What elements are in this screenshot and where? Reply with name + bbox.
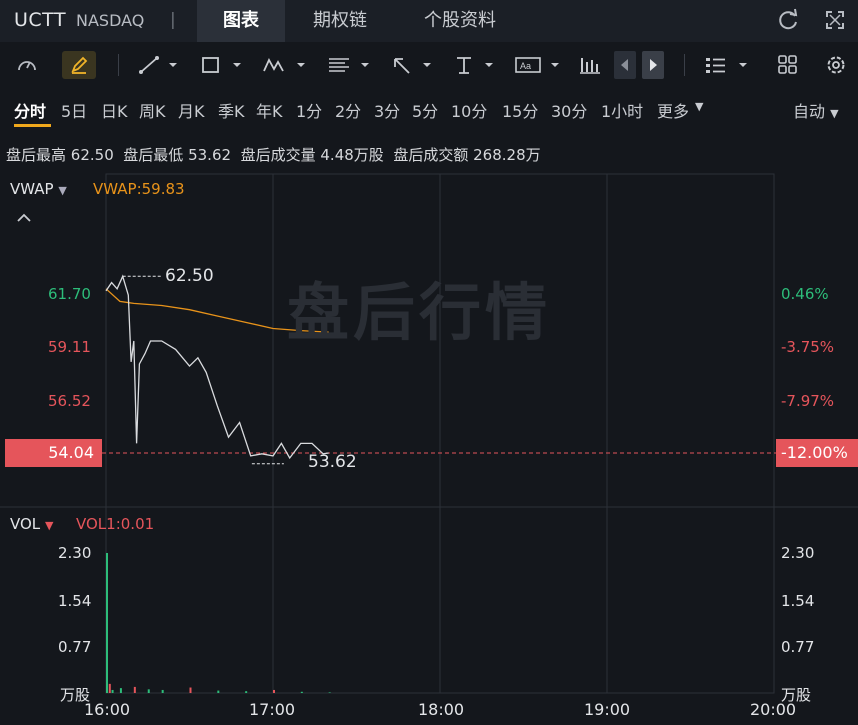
pen-icon[interactable] [62,51,96,79]
tab-options-chain[interactable]: 期权链 [290,0,390,42]
vol-value: VOL1:0.01 [76,515,155,533]
volume-bar [147,689,150,693]
vwap-value: VWAP:59.83 [93,180,185,198]
title-separator: | [170,10,176,30]
volume-bar [161,689,164,693]
volume-bar [111,689,114,693]
gauge-icon[interactable] [12,51,42,79]
arrow-tool-icon[interactable] [388,51,436,79]
period-tab[interactable]: 5日 [61,98,87,122]
period-tab[interactable]: 年K [256,98,283,122]
list-icon[interactable] [702,51,752,79]
refresh-icon[interactable] [776,8,800,32]
period-tab[interactable]: 30分 [551,98,587,122]
time-axis-label: 18:00 [418,700,465,719]
time-axis-label: 19:00 [584,700,631,719]
time-axis-label: 17:00 [249,700,296,719]
percent-axis-label: -3.75% [781,338,835,356]
settings-icon[interactable] [822,51,850,79]
exchange-label: NASDAQ [76,11,145,30]
vol-indicator-label[interactable]: VOL ▼ [10,515,53,533]
volume-bar [217,690,220,693]
fullscreen-icon[interactable] [823,8,847,32]
period-tab[interactable]: 更多 [657,98,689,122]
period-tab[interactable]: 3分 [374,98,400,122]
price-axis-label: 61.70 [48,285,91,303]
current-price-tag: 54.04 [5,439,102,467]
volume-axis-label: 1.54 [58,592,92,610]
volume-axis-label: 2.30 [58,544,92,562]
toolbar-divider [118,54,119,76]
auto-dropdown[interactable]: 自动 ▼ [793,98,839,122]
time-axis-label: 16:00 [84,700,131,719]
volume-bar [189,687,192,693]
period-tab[interactable]: 日K [101,98,128,122]
price-axis-label: 56.52 [48,392,91,410]
period-tab[interactable]: 10分 [451,98,487,122]
toolbar-divider [684,54,685,76]
volume-bar [245,691,248,693]
volume-bar [133,686,136,693]
price-axis-label: 59.11 [48,338,91,356]
volume-bar [108,683,111,693]
period-tab[interactable]: 月K [178,98,205,122]
svg-text:Aa: Aa [520,61,531,71]
text-tool-icon[interactable]: Aa [512,51,564,79]
period-tab[interactable]: 1小时 [601,98,643,122]
price-chart[interactable] [0,170,858,725]
prev-icon[interactable] [614,51,636,79]
volume-bar [119,688,122,693]
high-marker-label: 62.50 [165,266,214,286]
volume-bar [300,691,303,693]
active-period-underline [14,124,51,127]
bar-chart-icon[interactable] [576,51,604,79]
line-tool-icon[interactable] [136,51,182,79]
more-dropdown-icon[interactable]: ▼ [695,100,703,113]
period-tab[interactable]: 5分 [412,98,438,122]
volume-bar [106,553,108,693]
after-hours-summary: 盘后最高 62.50 盘后最低 53.62 盘后成交量 4.48万股 盘后成交额… [6,146,541,164]
volume-bar [328,692,331,693]
pattern-tool-icon[interactable] [260,51,310,79]
fib-tool-icon[interactable] [324,51,374,79]
period-tab[interactable]: 15分 [502,98,538,122]
grid-icon[interactable] [774,51,802,79]
top-bar: UCTT NASDAQ | 图表 期权链 个股资料 [0,0,858,42]
collapse-chevron-icon[interactable] [16,212,32,224]
next-icon[interactable] [642,51,664,79]
tab-stock-profile[interactable]: 个股资料 [400,0,520,42]
period-tab[interactable]: 季K [218,98,245,122]
period-tab[interactable]: 周K [139,98,166,122]
current-percent-tag: -12.00% [776,439,858,467]
percent-axis-label: 0.46% [781,285,829,303]
period-tab[interactable]: 2分 [335,98,361,122]
after-hours-watermark: 盘后行情 [287,276,552,349]
period-tab[interactable]: 1分 [296,98,322,122]
volume-axis-label: 0.77 [781,638,815,656]
percent-axis-label: -7.97% [781,392,835,410]
time-axis-label: 20:00 [750,700,797,719]
low-marker-label: 53.62 [308,452,357,472]
measure-tool-icon[interactable] [450,51,498,79]
rectangle-tool-icon[interactable] [198,51,246,79]
volume-axis-label: 0.77 [58,638,92,656]
period-tab[interactable]: 分时 [14,98,46,122]
volume-bar [273,689,275,693]
tab-chart[interactable]: 图表 [197,0,285,42]
volume-axis-label: 1.54 [781,592,815,610]
ticker-symbol: UCTT [14,9,67,31]
volume-axis-label: 2.30 [781,544,815,562]
vwap-indicator-label[interactable]: VWAP ▼ [10,180,67,198]
